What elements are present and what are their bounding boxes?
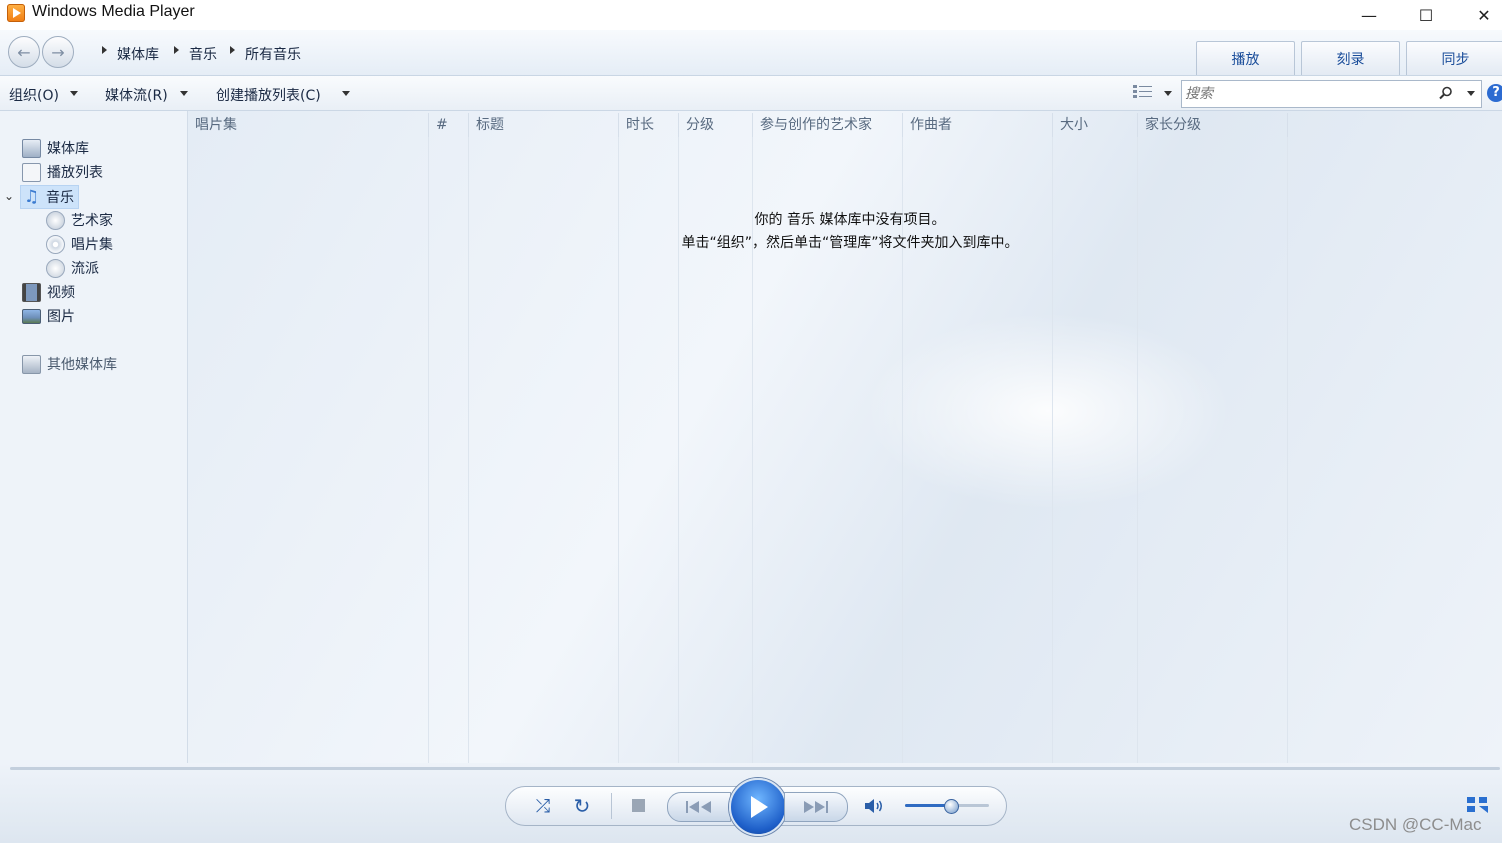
video-icon (22, 282, 41, 302)
forward-arrow-icon: → (51, 42, 65, 62)
column-divider (428, 137, 429, 763)
chevron-down-icon[interactable] (180, 91, 188, 96)
empty-library-hint: 单击“组织”，然后单击“管理库”将文件夹加入到库中。 (681, 235, 1019, 251)
tab-play[interactable]: 播放 (1196, 41, 1295, 75)
switch-to-now-playing-icon[interactable] (1466, 796, 1490, 814)
column-divider (1137, 137, 1138, 763)
column-divider (1287, 137, 1288, 763)
previous-icon (686, 801, 711, 813)
sidebar-item-picture[interactable]: 图片 (22, 305, 75, 327)
playlist-icon (22, 162, 41, 182)
breadcrumb-arrow-icon[interactable] (230, 46, 235, 54)
column-divider (902, 137, 903, 763)
other-libraries-icon (22, 354, 41, 374)
sidebar-item-library[interactable]: 媒体库 (22, 137, 89, 159)
sidebar-item-playlist[interactable]: 播放列表 (22, 161, 103, 183)
back-arrow-icon: ← (17, 42, 31, 62)
tab-burn[interactable]: 刻录 (1301, 41, 1400, 75)
tab-sync[interactable]: 同步 (1406, 41, 1502, 75)
genre-icon (46, 258, 65, 278)
view-options-icon[interactable] (1133, 84, 1153, 100)
library-icon (22, 138, 41, 158)
next-icon (804, 801, 828, 813)
column-divider (752, 137, 753, 763)
chevron-down-icon[interactable] (1467, 91, 1475, 96)
column-header-rating[interactable]: 分级 (679, 113, 753, 137)
speaker-icon (865, 799, 882, 813)
forward-button[interactable]: → (42, 36, 74, 68)
sidebar-item-video[interactable]: 视频 (22, 281, 75, 303)
sidebar-item-label: 唱片集 (71, 237, 113, 253)
back-button[interactable]: ← (8, 36, 40, 68)
column-header-parental-rating[interactable]: 家长分级 (1138, 113, 1288, 137)
sidebar-item-label: 音乐 (46, 190, 74, 206)
close-button[interactable]: ✕ (1456, 0, 1502, 30)
shuffle-icon: ⤮ (535, 795, 551, 817)
picture-icon (22, 308, 41, 324)
create-playlist-menu[interactable]: 创建播放列表(C) (216, 85, 321, 105)
column-divider (618, 137, 619, 763)
divider (611, 793, 612, 819)
column-divider (678, 137, 679, 763)
breadcrumb-music[interactable]: 音乐 (189, 44, 217, 64)
column-header-contributing-artist[interactable]: 参与创作的艺术家 (753, 113, 903, 137)
stop-button[interactable] (632, 799, 645, 812)
breadcrumb-arrow-icon[interactable] (102, 46, 107, 54)
sidebar-item-label: 图片 (47, 309, 75, 325)
sidebar-item-album[interactable]: 唱片集 (46, 233, 113, 255)
column-divider (468, 137, 469, 763)
album-icon (46, 234, 65, 254)
breadcrumb-arrow-icon[interactable] (174, 46, 179, 54)
chevron-down-icon[interactable] (1164, 91, 1172, 96)
help-icon[interactable]: ? (1487, 84, 1502, 102)
search-icon[interactable] (1439, 86, 1453, 100)
shuffle-button[interactable]: ⤮ (531, 794, 555, 818)
sidebar-item-label: 视频 (47, 285, 75, 301)
media-player-icon (7, 4, 25, 22)
column-header-composer[interactable]: 作曲者 (903, 113, 1053, 137)
column-header-size[interactable]: 大小 (1053, 113, 1138, 137)
watermark: CSDN @CC-Mac (1349, 815, 1482, 834)
sidebar-item-music[interactable]: ♫ 音乐 (20, 185, 79, 209)
column-header-length[interactable]: 时长 (619, 113, 679, 137)
search-input[interactable] (1183, 82, 1437, 106)
minimize-button[interactable]: — (1341, 0, 1397, 30)
maximize-button[interactable]: ☐ (1398, 0, 1454, 30)
breadcrumb-library[interactable]: 媒体库 (117, 44, 159, 64)
sidebar-item-other-libraries[interactable]: 其他媒体库 (22, 353, 117, 375)
play-icon (751, 796, 768, 818)
repeat-button[interactable]: ↻ (570, 794, 594, 818)
empty-library-message: 你的 音乐 媒体库中没有项目。 (754, 212, 946, 228)
column-divider (1052, 137, 1053, 763)
organize-menu[interactable]: 组织(O) (9, 85, 59, 105)
column-header-number[interactable]: # (429, 113, 469, 137)
sidebar-item-artist[interactable]: 艺术家 (46, 209, 113, 231)
chevron-down-icon[interactable]: ⌄ (4, 189, 14, 203)
next-button[interactable] (784, 792, 848, 822)
sidebar-item-label: 其他媒体库 (47, 357, 117, 373)
music-icon: ♫ (23, 186, 40, 207)
sidebar-item-genre[interactable]: 流派 (46, 257, 99, 279)
window-title: Windows Media Player (32, 3, 195, 20)
play-button[interactable] (729, 778, 787, 836)
seek-bar[interactable] (10, 767, 1500, 770)
breadcrumb-all-music[interactable]: 所有音乐 (245, 44, 301, 64)
sidebar-item-label: 播放列表 (47, 165, 103, 181)
column-header-title[interactable]: 标题 (469, 113, 619, 137)
artist-icon (46, 210, 65, 230)
navigation-pane: 媒体库 播放列表 ⌄ ♫ 音乐 艺术家 唱片集 流派 视频 图片 其他媒体库 (0, 111, 187, 761)
sidebar-item-label: 媒体库 (47, 141, 89, 157)
sidebar-item-label: 艺术家 (71, 213, 113, 229)
mute-button[interactable] (862, 794, 886, 818)
title-bar (0, 0, 1502, 30)
column-header-album[interactable]: 唱片集 (188, 113, 429, 137)
volume-slider-handle[interactable] (943, 799, 959, 814)
chevron-down-icon[interactable] (342, 91, 350, 96)
previous-button[interactable] (667, 792, 731, 822)
repeat-icon: ↻ (573, 794, 591, 818)
chevron-down-icon[interactable] (70, 91, 78, 96)
stream-menu[interactable]: 媒体流(R) (105, 85, 168, 105)
sidebar-item-label: 流派 (71, 261, 99, 277)
